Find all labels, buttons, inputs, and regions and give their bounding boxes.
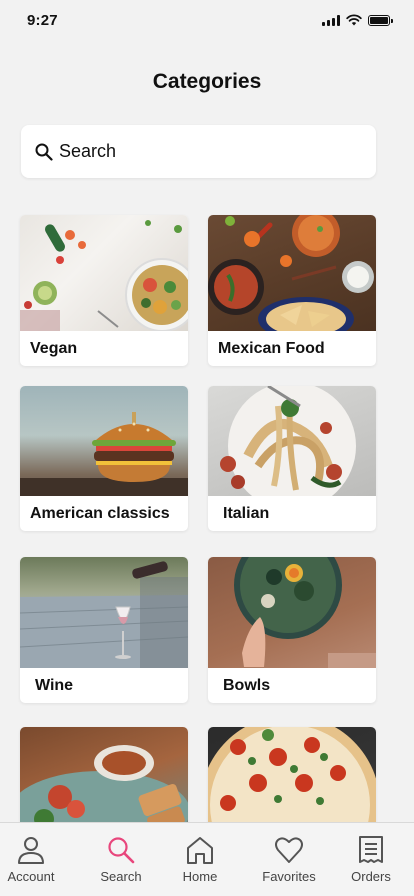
pizza-photo (208, 727, 376, 822)
tab-favorites[interactable]: Favorites (248, 823, 330, 896)
receipt-icon (359, 836, 383, 863)
home-icon (187, 837, 213, 864)
wine-photo (20, 557, 188, 668)
tab-account[interactable]: Account (0, 823, 72, 896)
tab-label: Home (182, 869, 218, 884)
tab-label: Favorites (262, 869, 316, 884)
category-label: Italian (223, 504, 270, 522)
tab-home[interactable]: Home (159, 823, 241, 896)
category-label: American classics (30, 504, 170, 522)
content-area[interactable]: Categories Search Vegan Mexican Food Ame… (0, 0, 414, 822)
tab-label: Orders (351, 869, 391, 884)
category-label: Bowls (223, 676, 271, 694)
category-card-pizza[interactable] (208, 727, 376, 822)
tab-label: Search (100, 869, 142, 884)
italian-photo (208, 386, 376, 496)
category-card-mexican-food[interactable]: Mexican Food (208, 215, 376, 366)
category-label: Mexican Food (218, 339, 325, 357)
category-card-platter[interactable] (20, 727, 188, 822)
person-icon (18, 837, 44, 864)
category-label: Vegan (30, 339, 78, 357)
tab-search[interactable]: Search (80, 823, 162, 896)
search-placeholder: Search (59, 141, 117, 161)
vegan-photo (20, 215, 188, 331)
category-card-italian[interactable]: Italian (208, 386, 376, 531)
mexican-food-photo (208, 215, 376, 331)
category-card-wine[interactable]: Wine (20, 557, 188, 703)
search-icon (35, 143, 53, 161)
category-card-bowls[interactable]: Bowls (208, 557, 376, 703)
category-card-american-classics[interactable]: American classics (20, 386, 188, 531)
platter-photo (20, 727, 188, 822)
search-icon (108, 837, 135, 864)
bottom-tab-bar: Account Search Home Favorites Orders (0, 822, 414, 896)
category-label: Wine (35, 676, 74, 694)
category-card-vegan[interactable]: Vegan (20, 215, 188, 366)
tab-label: Account (7, 869, 55, 884)
tab-orders[interactable]: Orders (330, 823, 412, 896)
page-title: Categories (152, 70, 262, 93)
search-input[interactable]: Search (21, 125, 376, 178)
heart-icon (275, 837, 303, 863)
american-classics-photo (20, 386, 188, 496)
bowls-photo (208, 557, 376, 668)
